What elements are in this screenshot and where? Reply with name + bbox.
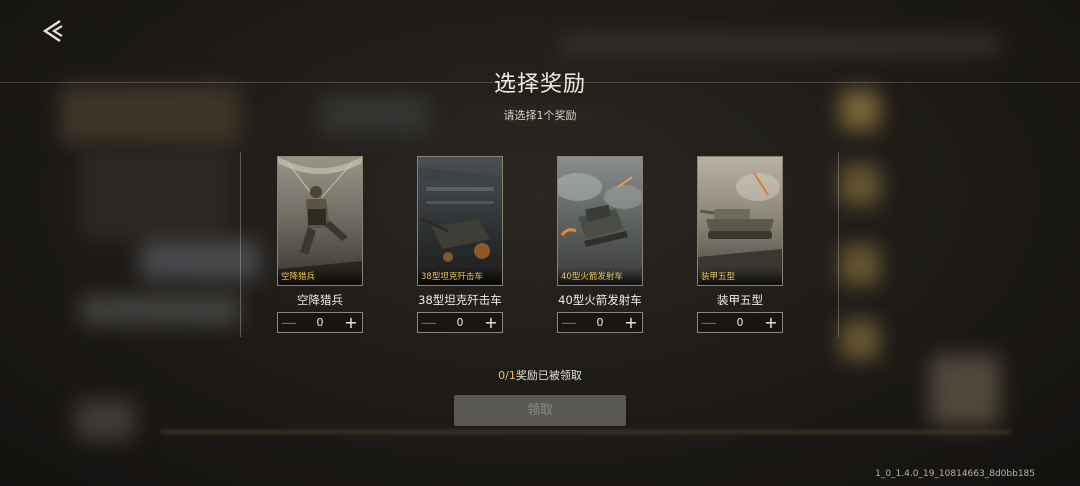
reward-name: 40型火箭发射车 [558, 293, 642, 307]
reward-card-panzer[interactable]: 装甲五型 装甲五型 — 0 + [697, 156, 783, 333]
double-chevron-left-icon [40, 18, 66, 48]
reward-image-rocket-launcher[interactable]: 40型火箭发射车 [557, 156, 643, 286]
reward-tag: 38型坦克歼击车 [418, 267, 502, 285]
reward-tag: 装甲五型 [698, 267, 782, 285]
plus-button[interactable]: + [480, 313, 502, 332]
reward-tag: 空降猎兵 [278, 267, 362, 285]
panzer-tank-image [698, 157, 782, 285]
tank-destroyer-image [418, 157, 502, 285]
dialog-title: 选择奖励 [493, 72, 586, 97]
reward-card-tank-destroyer[interactable]: 38型坦克歼击车 38型坦克歼击车 — 0 + [417, 156, 503, 333]
plus-button[interactable]: + [340, 313, 362, 332]
reward-name: 空降猎兵 [297, 293, 343, 307]
quantity-stepper: — 0 + [557, 312, 643, 333]
plus-button[interactable]: + [760, 313, 782, 332]
quantity-stepper: — 0 + [697, 312, 783, 333]
reward-name: 38型坦克歼击车 [418, 293, 502, 307]
reward-name: 装甲五型 [717, 293, 763, 307]
claimed-count: 0/1 [498, 369, 516, 382]
plus-button[interactable]: + [620, 313, 642, 332]
quantity-value: 0 [316, 316, 324, 329]
claim-button[interactable]: 领取 [454, 395, 626, 426]
reward-image-panzer[interactable]: 装甲五型 [697, 156, 783, 286]
dialog-subtitle: 请选择1个奖励 [450, 105, 630, 126]
quantity-value: 0 [456, 316, 464, 329]
reward-card-rocket-launcher[interactable]: 40型火箭发射车 40型火箭发射车 — 0 + [557, 156, 643, 333]
quantity-stepper: — 0 + [417, 312, 503, 333]
right-divider [838, 152, 839, 337]
back-button[interactable] [38, 18, 68, 48]
reward-image-tank-destroyer[interactable]: 38型坦克歼击车 [417, 156, 503, 286]
quantity-stepper: — 0 + [277, 312, 363, 333]
minus-button[interactable]: — [558, 313, 580, 332]
reward-image-airborne[interactable]: 空降猎兵 [277, 156, 363, 286]
left-divider [240, 152, 241, 337]
rocket-launcher-image [558, 157, 642, 285]
reward-tag: 40型火箭发射车 [558, 267, 642, 285]
claim-status-text: 奖励已被领取 [515, 369, 582, 382]
paratrooper-image [278, 157, 362, 285]
minus-button[interactable]: — [698, 313, 720, 332]
version-label: 1_0_1.4.0_19_10814663_8d0bb185 [875, 469, 1035, 479]
minus-button[interactable]: — [418, 313, 440, 332]
quantity-value: 0 [736, 316, 744, 329]
reward-card-airborne[interactable]: 空降猎兵 空降猎兵 — 0 + [277, 156, 363, 333]
quantity-value: 0 [596, 316, 604, 329]
minus-button[interactable]: — [278, 313, 300, 332]
claim-status: 0/1奖励已被领取 [466, 366, 614, 385]
